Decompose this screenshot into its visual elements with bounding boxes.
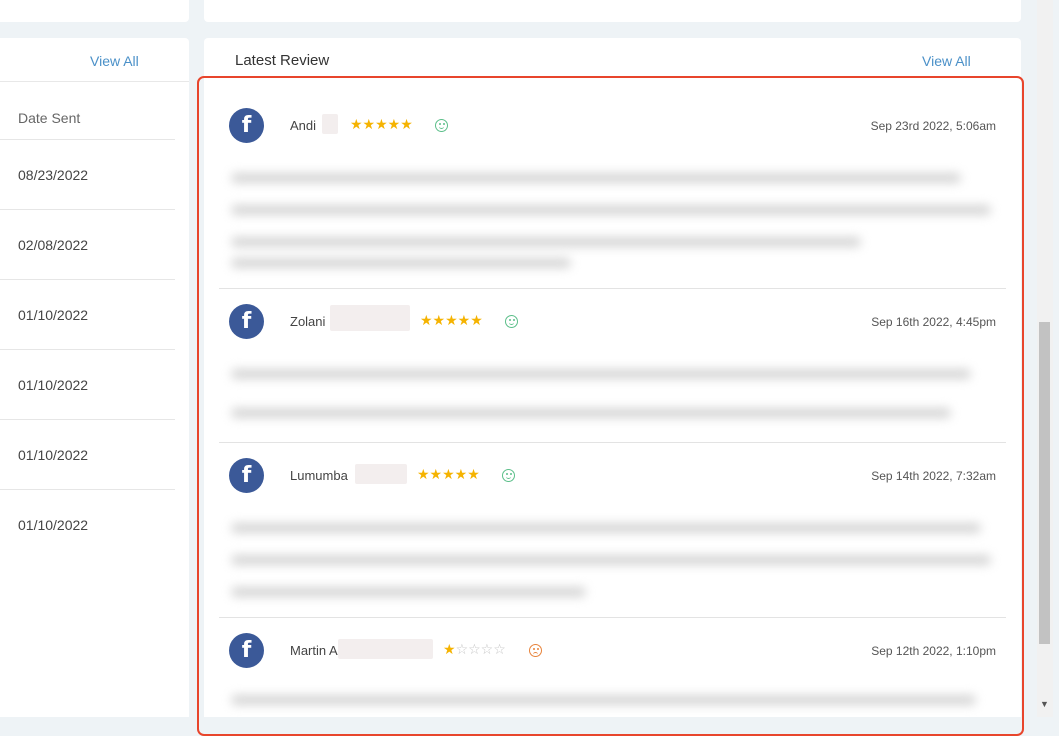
top-right-card [204,0,1021,22]
date-value: 02/08/2022 [18,237,89,253]
scroll-down-arrow-icon[interactable]: ▼ [1040,699,1049,709]
panel-title: Latest Review [235,52,330,69]
left-view-all-link[interactable]: View All [90,53,139,69]
highlight-box [197,76,1024,736]
date-value: 01/10/2022 [18,517,89,533]
date-row: 01/10/2022 [0,419,175,490]
divider [0,81,189,82]
date-row: 01/10/2022 [0,489,175,560]
scrollbar[interactable]: ▼ [1037,0,1053,717]
date-row: 01/10/2022 [0,279,175,350]
date-row: 08/23/2022 [0,139,175,210]
date-row: 02/08/2022 [0,209,175,280]
main-view-all-link[interactable]: View All [922,53,971,69]
sent-requests-panel: View All Date Sent 08/23/2022 02/08/2022… [0,38,189,717]
date-value: 01/10/2022 [18,447,89,463]
date-row: 01/10/2022 [0,349,175,420]
top-left-card [0,0,189,22]
date-value: 01/10/2022 [18,377,89,393]
scrollbar-thumb[interactable] [1039,322,1050,644]
date-value: 08/23/2022 [18,167,89,183]
date-sent-header: Date Sent [18,110,81,126]
date-value: 01/10/2022 [18,307,89,323]
